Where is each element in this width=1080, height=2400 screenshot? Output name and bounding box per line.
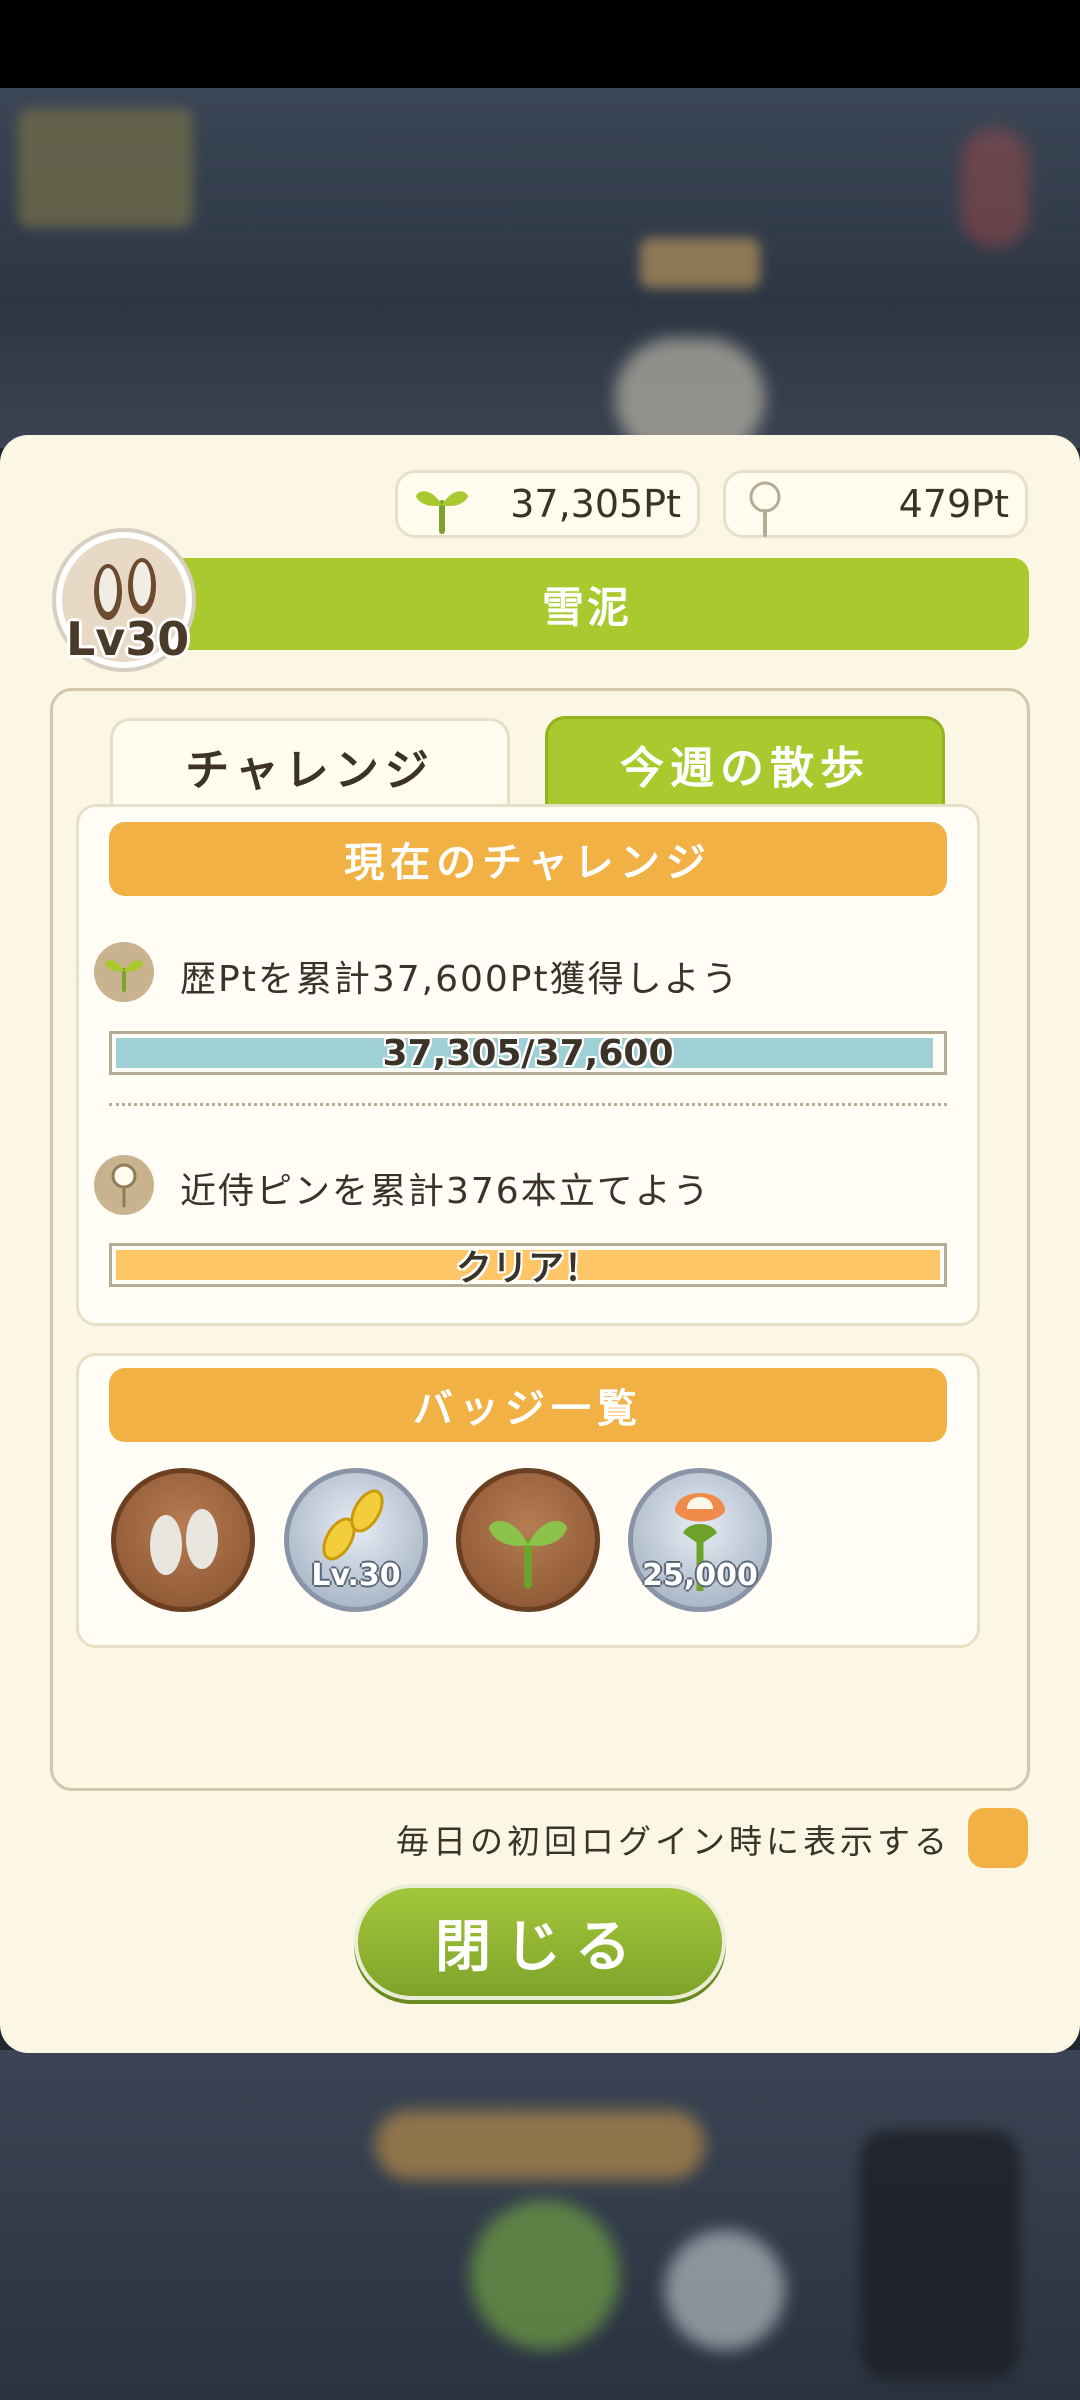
sprout-icon (105, 960, 143, 992)
player-name: 雪泥 (541, 582, 632, 632)
badge-caption: Lv.30 (311, 1558, 401, 1593)
progress-label: 37,305/37,600 (382, 1032, 674, 1074)
close-button[interactable]: 閉じる (354, 1884, 726, 2000)
badge-caption: 25,000 (642, 1558, 758, 1593)
sprout-icon (416, 491, 468, 534)
daily-login-toggle[interactable] (968, 1808, 1028, 1868)
level-label: Lv30 (66, 612, 190, 666)
background-game-scene-top (0, 88, 1080, 458)
pin-icon (111, 1163, 137, 1208)
golden-footprints-badge-icon[interactable]: Lv.30 (284, 1468, 428, 1612)
badge-list-header: バッジ一覧 (109, 1368, 947, 1442)
pin-points-box: 479Pt (723, 470, 1028, 538)
tab-challenge[interactable]: チャレンジ (110, 718, 510, 810)
challenge-text: 歴Ptを累計37,600Pt獲得しよう (180, 959, 740, 1000)
challenge-progress-bar: 37,305/37,600 (109, 1031, 947, 1075)
pin-icon (749, 481, 781, 537)
player-name-bar: 雪泥 (155, 558, 1029, 650)
challenge-progress-bar: クリア！ (109, 1243, 947, 1289)
challenge-sprout-icon (94, 942, 154, 1002)
pin-points-value: 479Pt (898, 482, 1009, 526)
progress-label: クリア！ (455, 1248, 600, 1289)
tab-weekly-walk[interactable]: 今週の散歩 (545, 716, 945, 808)
current-challenge-header: 現在のチャレンジ (109, 822, 947, 896)
background-game-scene-bottom (0, 2050, 1080, 2400)
daily-login-label: 毎日の初回ログイン時に表示する (396, 1822, 951, 1861)
flower-badge-icon[interactable]: 25,000 (628, 1468, 772, 1612)
sprout-points-value: 37,305Pt (510, 482, 681, 526)
footprints-badge-icon[interactable] (111, 1468, 255, 1612)
status-bar (0, 0, 1080, 88)
divider (109, 1103, 947, 1106)
challenge-pin-icon (94, 1155, 154, 1215)
sprout-badge-icon[interactable] (456, 1468, 600, 1612)
sprout-points-box: 37,305Pt (395, 470, 700, 538)
challenge-text: 近侍ピンを累計376本立てよう (180, 1171, 711, 1212)
